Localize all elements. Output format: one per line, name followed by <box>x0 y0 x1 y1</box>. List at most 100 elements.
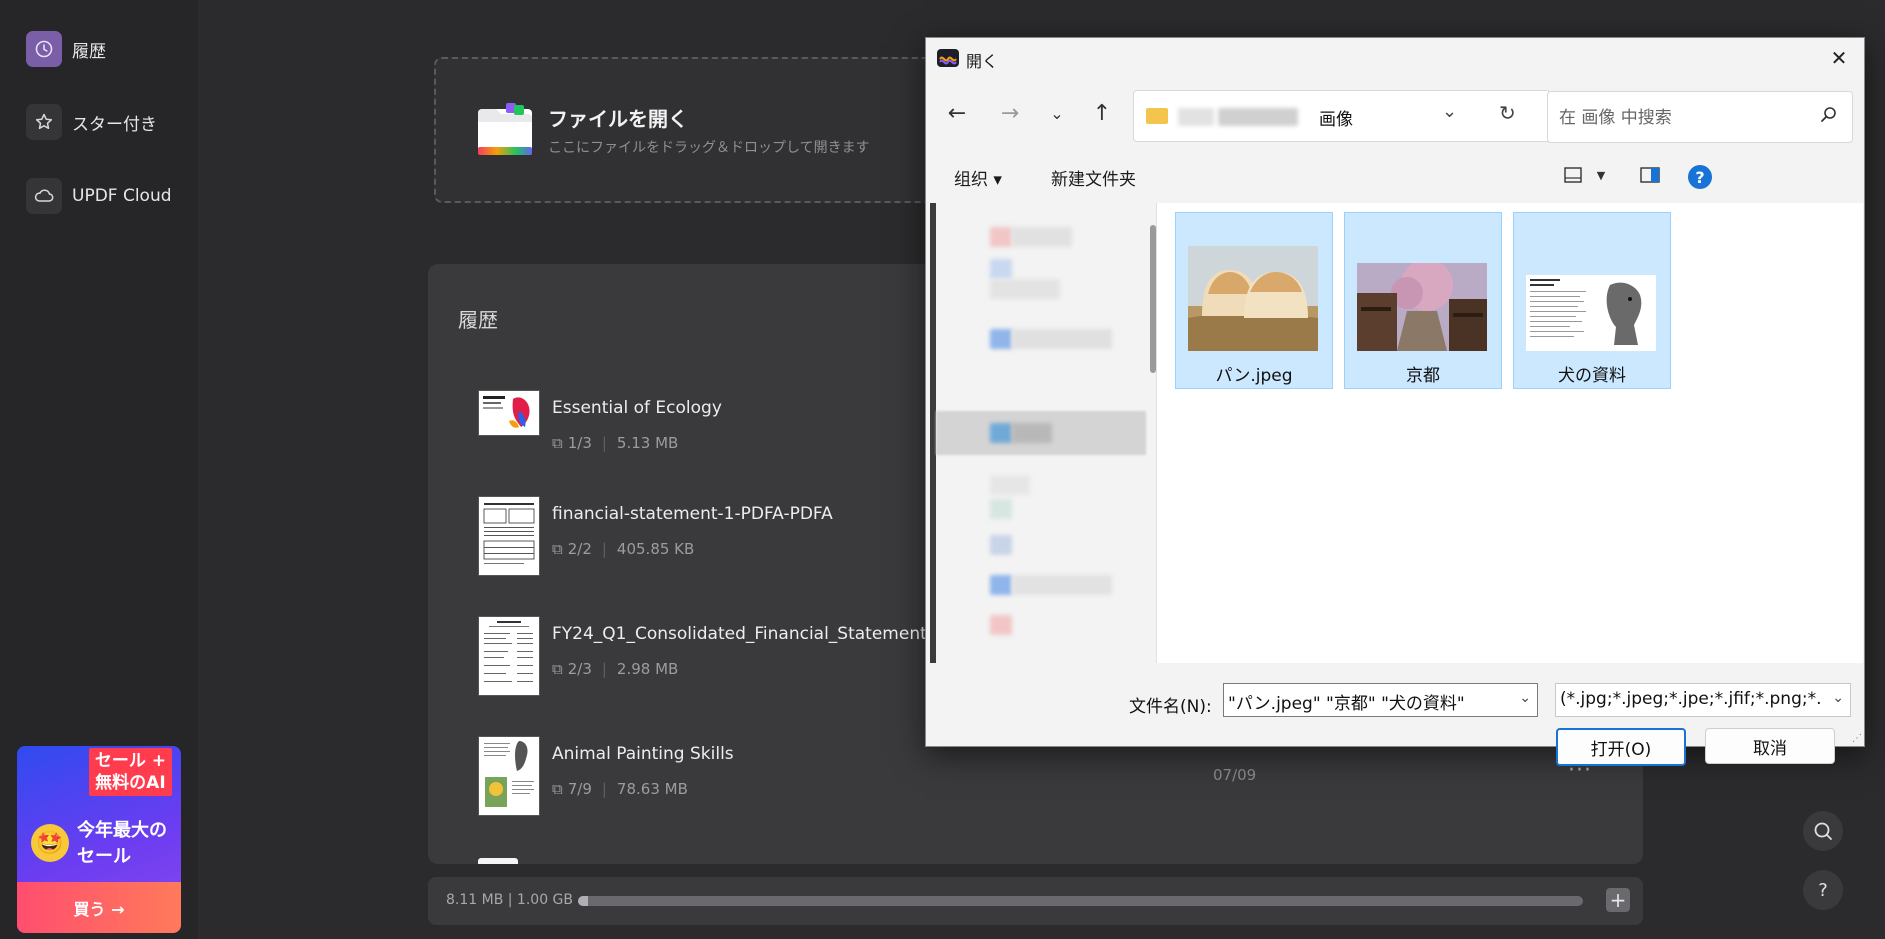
buy-button[interactable]: 買う → <box>17 882 181 933</box>
blurred-path <box>1218 108 1298 126</box>
refresh-icon[interactable]: ↻ <box>1499 101 1516 125</box>
file-label: 犬の資料 <box>1558 366 1626 386</box>
pages-icon: ⧉ <box>552 434 563 452</box>
blurred-nav-item <box>990 475 1030 495</box>
blurred-nav-item <box>990 575 1012 595</box>
cancel-button[interactable]: 取消 <box>1705 728 1835 764</box>
chevron-down-icon[interactable]: ⌄ <box>1519 690 1531 706</box>
filetype-select[interactable]: (*.jpg;*.jpeg;*.jpe;*.jfif;*.png;*. ⌄ <box>1555 683 1851 717</box>
blurred-nav-item <box>990 535 1012 555</box>
address-dropdown-icon[interactable]: ⌄ <box>1442 101 1457 122</box>
open-button[interactable]: 打开(O) <box>1556 728 1686 766</box>
dropzone-subtitle: ここにファイルをドラッグ＆ドロップして開きます <box>548 140 870 156</box>
cloud-icon <box>26 178 62 214</box>
blurred-nav-item <box>1012 575 1112 595</box>
filename-label: 文件名(N): <box>1129 697 1212 717</box>
file-row[interactable]: Animal Painting Skills ⧉ 7/9 | 78.63 MB … <box>478 736 1618 816</box>
sidebar-item-starred[interactable]: スター付き <box>26 104 157 140</box>
forward-arrow-icon[interactable]: → <box>993 96 1027 130</box>
divider: | <box>601 434 607 452</box>
sidebar-item-label: 履歴 <box>72 41 106 62</box>
promo-badge: セール + 無料のAI <box>88 748 172 796</box>
blurred-nav-item <box>990 423 1012 443</box>
navigation-pane[interactable] <box>930 203 1157 663</box>
dialog-titlebar: 開く ✕ <box>926 38 1864 78</box>
file-meta: ⧉ 1/3 | 5.13 MB <box>552 434 678 452</box>
folder-open-icon <box>478 103 532 155</box>
help-icon[interactable]: ? <box>1688 165 1712 189</box>
blurred-nav-item <box>990 259 1012 279</box>
file-tile[interactable]: 京都 <box>1344 212 1502 389</box>
promo-badge-line: セール + <box>94 751 166 771</box>
search-icon <box>1821 107 1836 122</box>
promo-card[interactable]: セール + 無料のAI 🤩 今年最大のセール 買う → <box>17 746 181 933</box>
organize-menu[interactable]: 组织 ▾ <box>954 165 1002 190</box>
sidebar-item-history[interactable]: 履歴 <box>26 31 106 67</box>
file-thumbnail <box>478 616 540 696</box>
file-name: financial-statement-1-PDFA-PDFA <box>552 504 833 524</box>
file-thumbnail <box>1357 263 1487 351</box>
open-file-dialog: 開く ✕ ← → ⌄ ↑ 画像 ⌄ ↻ 组织 ▾ 新建文件夹 ▼ ? <box>925 37 1865 766</box>
search-button[interactable] <box>1803 811 1843 851</box>
filename-input[interactable]: "パン.jpeg" "京都" "犬の資料" ⌄ <box>1223 683 1538 717</box>
pages-icon: ⧉ <box>552 660 563 678</box>
file-meta: ⧉ 2/3 | 2.98 MB <box>552 660 678 678</box>
sidebar-item-cloud[interactable]: UPDF Cloud <box>26 178 172 214</box>
dropzone-title: ファイルを開く <box>548 107 688 131</box>
file-pages: 7/9 <box>567 780 592 798</box>
chevron-down-icon[interactable]: ⌄ <box>1832 690 1844 706</box>
add-storage-button[interactable]: + <box>1606 888 1630 912</box>
recent-locations-chevron-icon[interactable]: ⌄ <box>1040 96 1074 130</box>
up-arrow-icon[interactable]: ↑ <box>1085 96 1119 130</box>
blurred-path <box>1178 108 1214 126</box>
search-box[interactable] <box>1547 91 1853 143</box>
divider: | <box>601 660 607 678</box>
promo-headline: 今年最大のセール <box>77 820 167 867</box>
file-thumbnail <box>478 736 540 816</box>
view-options-chevron-icon[interactable]: ▼ <box>1586 160 1616 190</box>
file-thumbnail <box>1188 246 1318 351</box>
address-current-folder[interactable]: 画像 <box>1319 105 1353 130</box>
storage-track <box>578 896 1583 906</box>
file-meta: ⧉ 7/9 | 78.63 MB <box>552 780 688 798</box>
blurred-nav-item <box>1012 227 1072 247</box>
clock-icon <box>26 31 62 67</box>
file-thumbnail <box>478 496 540 576</box>
file-list-pane[interactable]: パン.jpeg 京都 犬の資料 <box>1157 203 1863 663</box>
file-label: パン.jpeg <box>1215 366 1293 386</box>
filetype-value: (*.jpg;*.jpeg;*.jpe;*.jfif;*.png;*. <box>1560 689 1822 709</box>
pages-icon: ⧉ <box>552 780 563 798</box>
file-thumbnail <box>1526 275 1656 351</box>
file-meta: ⧉ 2/2 | 405.85 KB <box>552 540 694 558</box>
search-input[interactable] <box>1557 104 1811 132</box>
view-mode-icon[interactable] <box>1558 160 1588 190</box>
file-tile[interactable]: 犬の資料 <box>1513 212 1671 389</box>
star-eyes-emoji-icon: 🤩 <box>31 824 69 862</box>
address-bar[interactable]: 画像 ⌄ ↻ <box>1133 90 1551 142</box>
back-arrow-icon[interactable]: ← <box>940 96 974 130</box>
file-name: FY24_Q1_Consolidated_Financial_Statement… <box>552 624 936 644</box>
file-pages: 1/3 <box>567 434 592 452</box>
divider: | <box>601 780 607 798</box>
app-icon <box>937 49 959 67</box>
filename-value[interactable]: "パン.jpeg" "京都" "犬の資料" <box>1228 689 1465 714</box>
file-pages: 2/2 <box>567 540 592 558</box>
blurred-nav-item <box>1012 329 1112 349</box>
file-pages: 2/3 <box>567 660 592 678</box>
sidebar-item-label: スター付き <box>72 114 157 135</box>
file-name: Essential of Ecology <box>552 398 722 418</box>
preview-pane-icon[interactable] <box>1635 160 1665 190</box>
new-folder-button[interactable]: 新建文件夹 <box>1051 165 1136 190</box>
resize-grip-icon[interactable]: ⋰ <box>1852 733 1862 744</box>
file-tile[interactable]: パン.jpeg <box>1175 212 1333 389</box>
help-button[interactable]: ? <box>1803 870 1843 910</box>
blurred-nav-item <box>990 227 1012 247</box>
file-size: 78.63 MB <box>616 780 688 798</box>
nav-pane-scrollbar[interactable] <box>1150 225 1156 373</box>
file-date: 07/09 <box>1213 766 1257 784</box>
blurred-nav-item <box>990 329 1012 349</box>
blurred-nav-item <box>990 279 1060 299</box>
file-thumbnail <box>478 858 518 864</box>
blurred-nav-item <box>990 615 1012 635</box>
close-button[interactable]: ✕ <box>1824 44 1854 72</box>
